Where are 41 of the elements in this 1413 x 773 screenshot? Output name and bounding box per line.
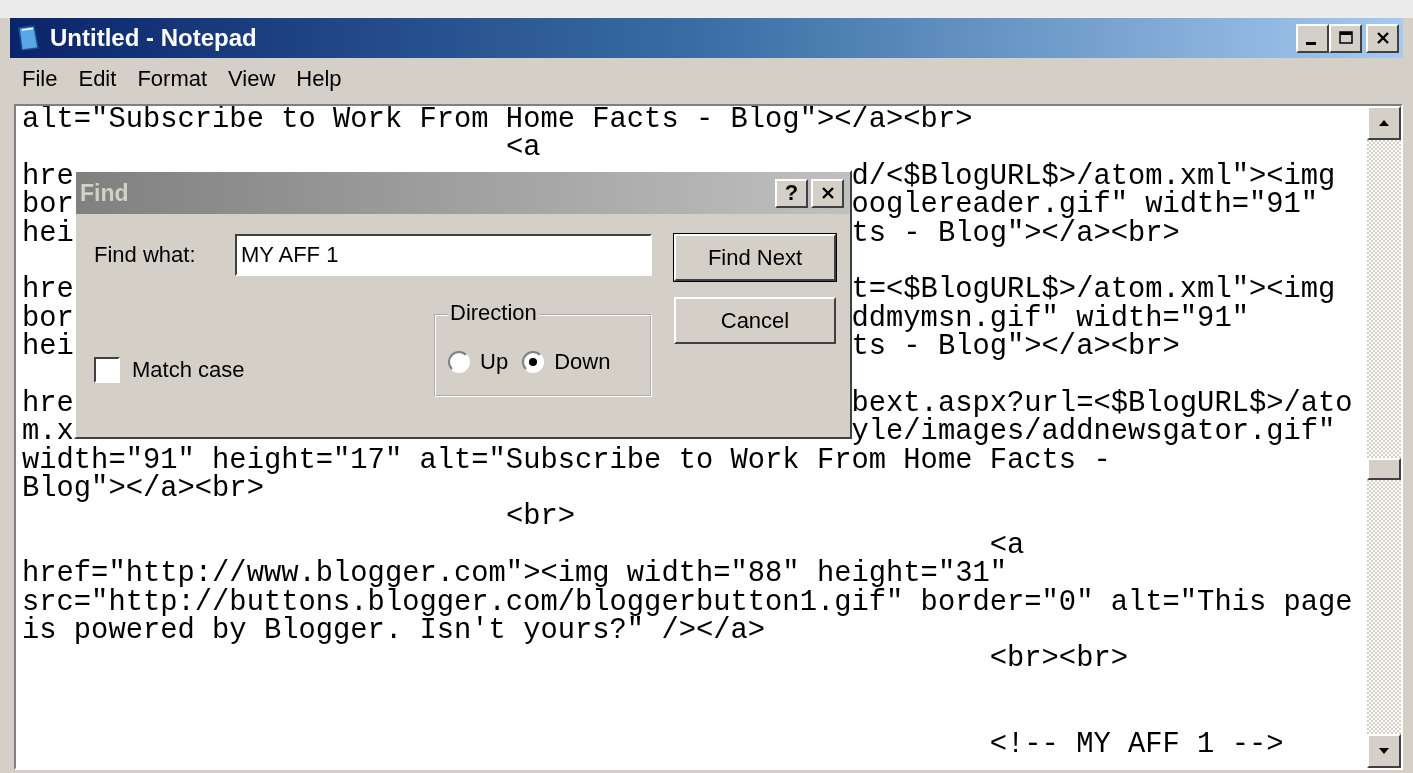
notepad-icon	[16, 24, 42, 52]
radio-label: Up	[480, 348, 509, 375]
menu-item[interactable]: View	[220, 66, 289, 92]
down-arrow-icon	[1377, 746, 1391, 756]
menu-item[interactable]: Help	[288, 66, 355, 92]
scroll-up-button[interactable]	[1367, 106, 1401, 140]
up-arrow-icon	[1377, 118, 1391, 128]
radio-button[interactable]	[522, 350, 545, 373]
maximize-button[interactable]	[1329, 23, 1362, 53]
search-field[interactable]: MY AFF 1	[235, 234, 652, 276]
code-line: <br>	[505, 500, 575, 534]
code-fragment: hre	[22, 386, 74, 420]
close-button[interactable]	[811, 178, 844, 208]
help-button[interactable]: ?	[775, 178, 808, 208]
code-fragment: hei	[22, 216, 74, 250]
text-editor[interactable]	[14, 104, 1403, 770]
vertical-scrollbar[interactable]	[1367, 106, 1401, 768]
close-button[interactable]	[1366, 23, 1399, 53]
menu-item[interactable]: Format	[129, 66, 221, 92]
field-label: Find what:	[94, 242, 197, 268]
minimize-button[interactable]	[1296, 23, 1329, 53]
find-next-button[interactable]: Find Next	[674, 234, 836, 281]
menu-item[interactable]: File	[14, 66, 71, 92]
radio-button[interactable]	[448, 350, 470, 373]
code-line: <br><br>	[989, 642, 1128, 676]
window-title: Untitled - Notepad	[50, 24, 258, 52]
scroll-thumb[interactable]	[1367, 458, 1401, 480]
menu-item[interactable]: Edit	[70, 66, 130, 92]
radio-label: Down	[554, 348, 611, 375]
dialog-title: Find	[80, 179, 130, 207]
code-line: Blog"></a><br>	[22, 472, 264, 506]
code-fragment: hei	[22, 330, 74, 364]
checkbox[interactable]	[94, 357, 120, 383]
minimize-icon	[1306, 41, 1316, 45]
close-icon	[819, 185, 836, 201]
maximize-icon	[1337, 30, 1354, 46]
code-line: <!-- MY AFF 1 -->	[989, 727, 1284, 761]
close-icon	[1374, 30, 1391, 46]
cancel-button[interactable]: Cancel	[674, 297, 836, 344]
checkbox-label: Match case	[132, 357, 245, 383]
scroll-down-button[interactable]	[1367, 734, 1401, 768]
